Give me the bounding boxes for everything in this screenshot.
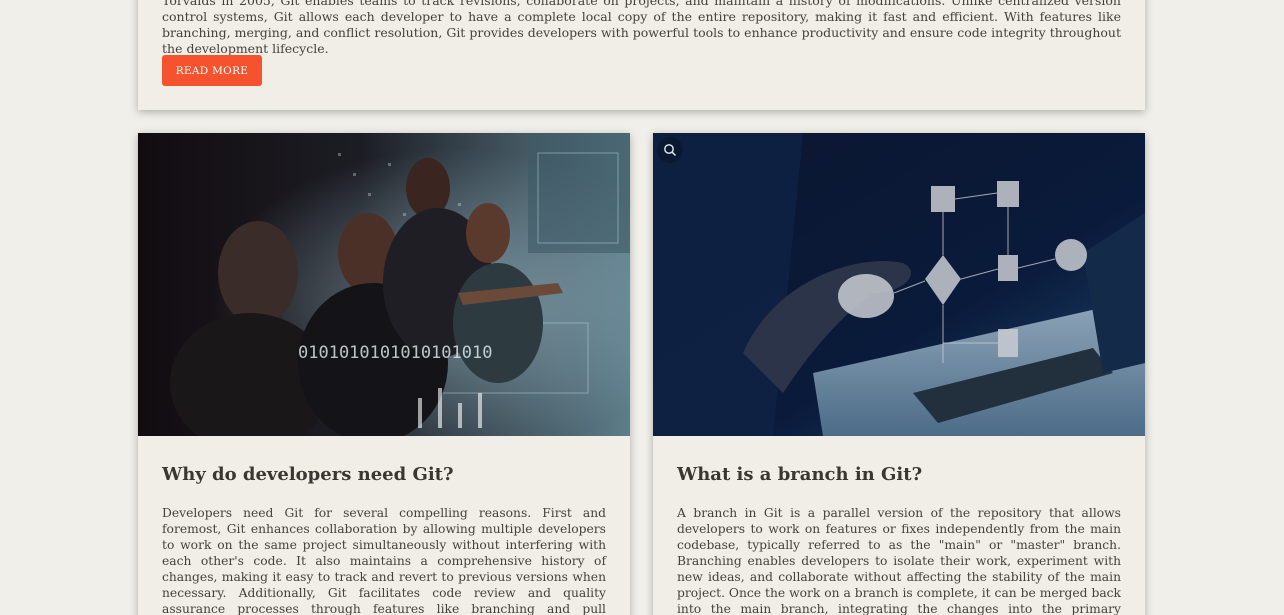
read-more-button[interactable]: READ MORE	[162, 55, 262, 86]
top-post-card: Torvalds in 2005, Git enables teams to t…	[138, 0, 1145, 110]
post-body: Developers need Git for several compelli…	[162, 506, 606, 615]
post-card: What is a branch in Git? A branch in Git…	[653, 133, 1145, 615]
search-icon[interactable]	[657, 137, 683, 163]
post-image-developers[interactable]: 0101010101010101010	[138, 133, 630, 436]
post-card: 0101010101010101010 Why do developers ne…	[138, 133, 630, 615]
binary-overlay: 0101010101010101010	[298, 343, 492, 363]
post-excerpt: Torvalds in 2005, Git enables teams to t…	[162, 0, 1121, 56]
post-title[interactable]: What is a branch in Git?	[677, 464, 922, 485]
post-title[interactable]: Why do developers need Git?	[162, 464, 454, 485]
post-image-branch[interactable]	[653, 133, 1145, 436]
post-body: A branch in Git is a parallel version of…	[677, 506, 1121, 615]
